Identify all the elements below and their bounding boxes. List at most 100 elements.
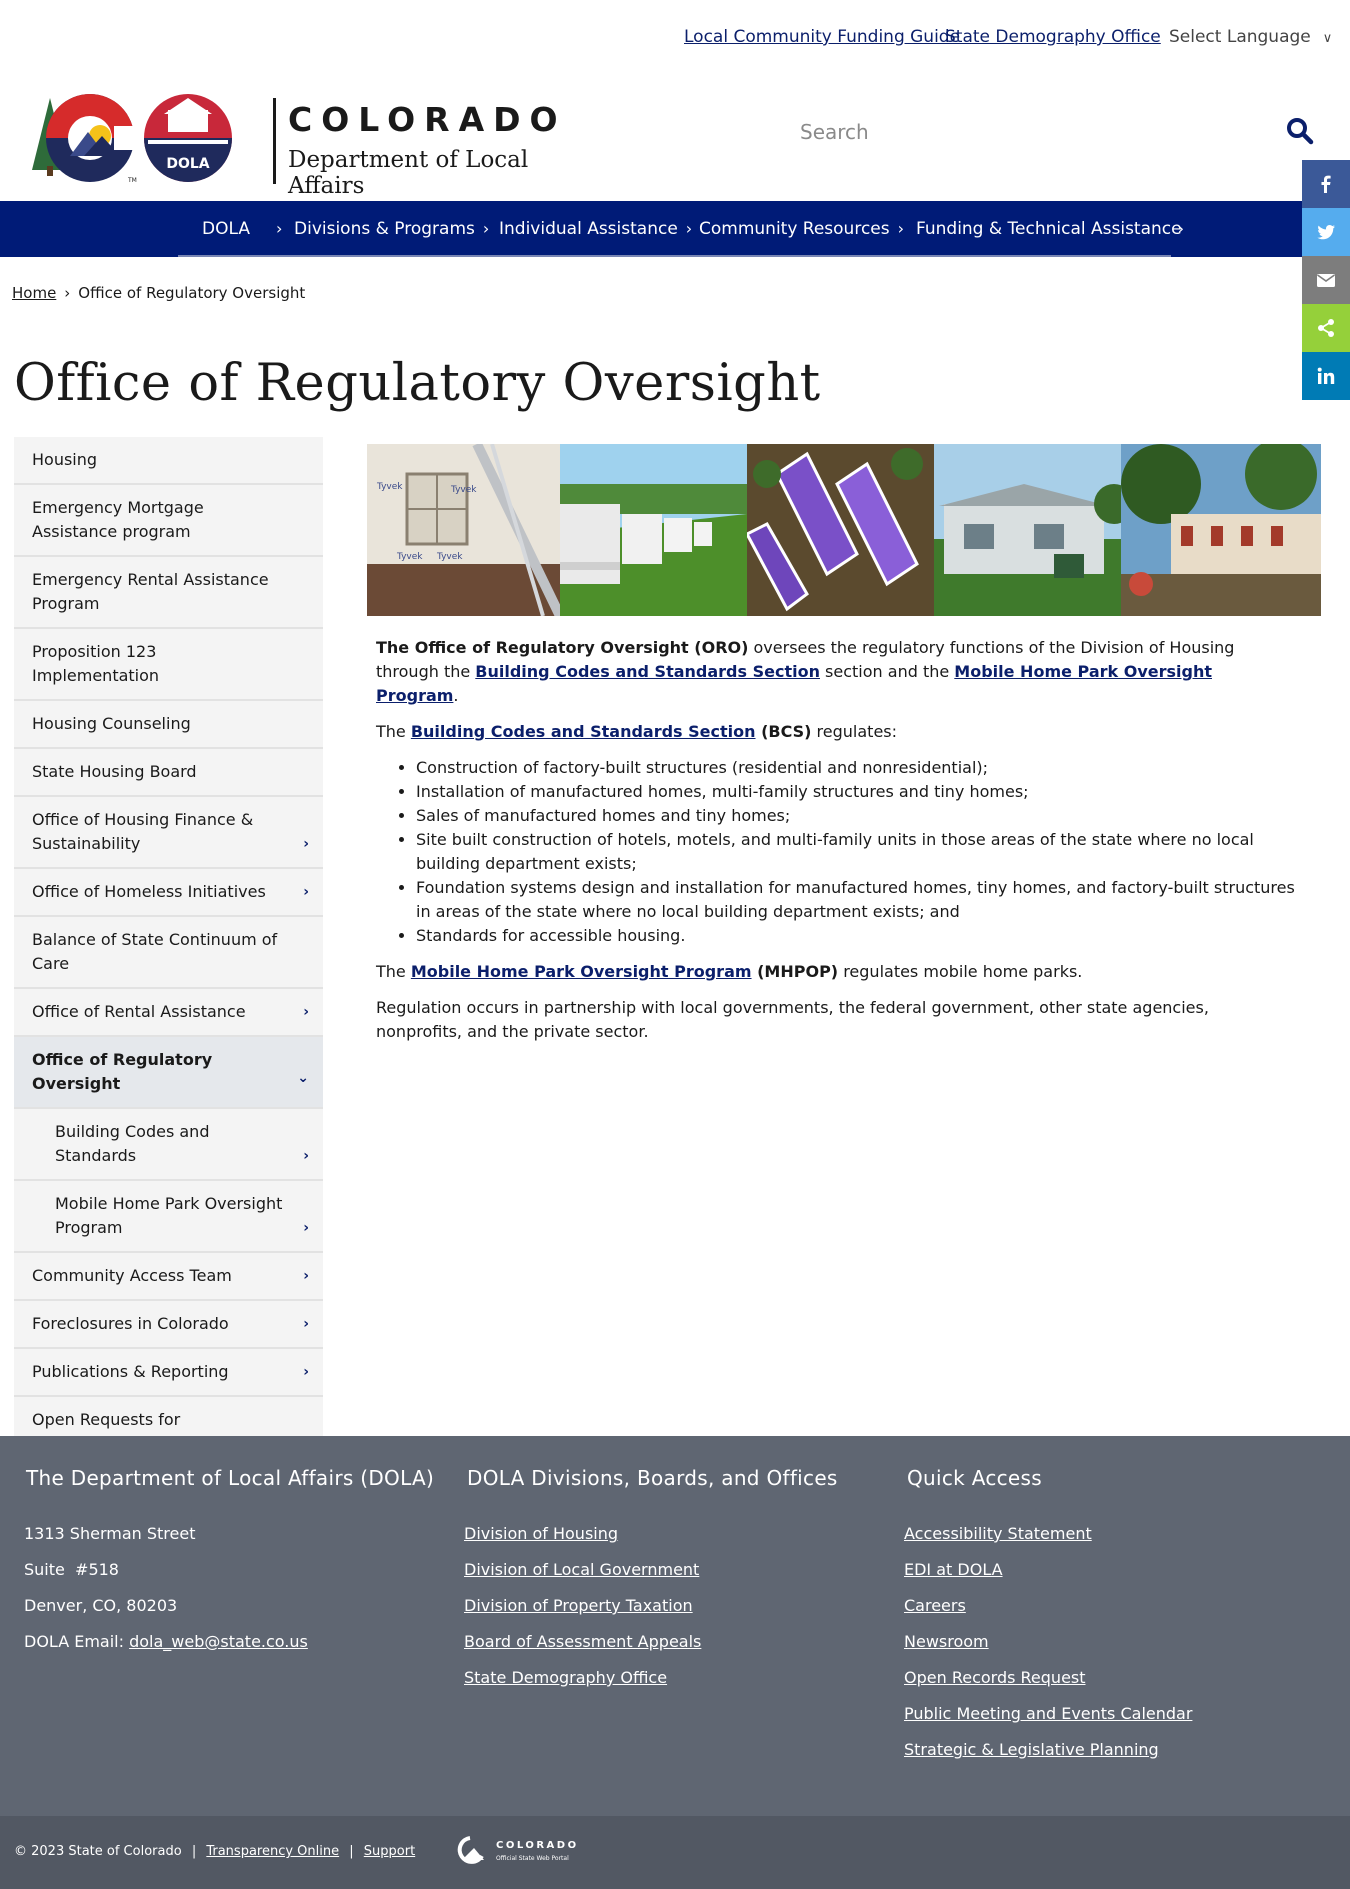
sidebar-item-state-housing-board[interactable]: State Housing Board	[14, 749, 323, 797]
transparency-online-link[interactable]: Transparency Online	[206, 1844, 339, 1859]
nav-item-community-resources[interactable]: Community Resources ›	[699, 219, 904, 239]
nav-item-label: Community Resources	[699, 219, 890, 239]
sidebar-item-publications[interactable]: Publications & Reporting ›	[14, 1349, 323, 1397]
svg-text:Tyvek: Tyvek	[396, 552, 423, 562]
linkedin-icon	[1317, 367, 1335, 384]
footer-link-state-demography[interactable]: State Demography Office	[464, 1668, 667, 1687]
footer-link-division-housing[interactable]: Division of Housing	[464, 1524, 618, 1543]
breadcrumb-separator: ›	[64, 284, 71, 302]
list-item: Foundation systems design and installati…	[416, 876, 1296, 924]
chevron-right-icon[interactable]: ›	[303, 1360, 309, 1384]
footer-link-edi[interactable]: EDI at DOLA	[904, 1560, 1003, 1579]
breadcrumb: Home › Office of Regulatory Oversight	[12, 284, 305, 302]
share-facebook-button[interactable]	[1302, 160, 1350, 208]
share-linkedin-button[interactable]	[1302, 352, 1350, 400]
sidebar-item-label: Housing Counseling	[32, 714, 191, 733]
bcs-list: Construction of factory-built structures…	[416, 756, 1296, 948]
bcs-text: The	[376, 722, 411, 741]
copyright-line: © 2023 State of Colorado | Transparency …	[14, 1844, 415, 1859]
bcs-link[interactable]: Building Codes and Standards Section	[411, 722, 756, 741]
footer-link-property-taxation[interactable]: Division of Property Taxation	[464, 1596, 693, 1615]
share-twitter-button[interactable]	[1302, 208, 1350, 256]
sidebar-item-rental-assistance[interactable]: Office of Rental Assistance ›	[14, 989, 323, 1037]
chevron-right-icon[interactable]: ›	[303, 1216, 309, 1240]
sidebar-item-continuum-of-care[interactable]: Balance of State Continuum of Care	[14, 917, 323, 989]
sidebar-item-housing-finance[interactable]: Office of Housing Finance & Sustainabili…	[14, 797, 323, 869]
nav-item-divisions-programs[interactable]: Divisions & Programs ›	[294, 219, 489, 239]
page-title: Office of Regulatory Oversight	[14, 354, 821, 413]
language-select[interactable]: Select Language ∨	[1169, 27, 1332, 47]
footer-heading: The Department of Local Affairs (DOLA)	[26, 1466, 435, 1490]
utility-bar: Local Community Funding Guide State Demo…	[0, 0, 1350, 76]
footer-email-line: DOLA Email: dola_web@state.co.us	[24, 1624, 446, 1660]
sidebar-subitem-building-codes[interactable]: Building Codes and Standards ›	[14, 1109, 323, 1181]
local-funding-guide-link[interactable]: Local Community Funding Guide	[684, 27, 960, 47]
sidebar-item-regulatory-oversight[interactable]: Office of Regulatory Oversight ⌄	[14, 1037, 323, 1109]
share-email-button[interactable]	[1302, 256, 1350, 304]
dola-logo[interactable]: DOLA TM COLORADO Department of Local Aff…	[28, 86, 588, 199]
sidebar-item-housing-counseling[interactable]: Housing Counseling	[14, 701, 323, 749]
mhpop-abbrev: (MHPOP)	[751, 962, 839, 981]
sidebar-item-label: Office of Regulatory Oversight	[32, 1050, 213, 1093]
search-button[interactable]	[1280, 112, 1320, 152]
sidebar-item-emergency-mortgage[interactable]: Emergency Mortgage Assistance program	[14, 485, 323, 557]
mhpop-link[interactable]: Mobile Home Park Oversight Program	[411, 962, 752, 981]
footer-address-line: Denver, CO, 80203	[24, 1596, 178, 1615]
sidebar-item-emergency-rental[interactable]: Emergency Rental Assistance Program	[14, 557, 323, 629]
footer-link-assessment-appeals[interactable]: Board of Assessment Appeals	[464, 1632, 701, 1651]
chevron-right-icon[interactable]: ›	[303, 832, 309, 856]
chevron-down-icon[interactable]: ⌄	[297, 1066, 309, 1090]
chevron-right-icon[interactable]: ›	[303, 1000, 309, 1024]
footer-heading: DOLA Divisions, Boards, and Offices	[467, 1466, 838, 1490]
footer-heading: Quick Access	[907, 1466, 1042, 1490]
language-select-label: Select Language	[1169, 27, 1311, 47]
facebook-icon	[1321, 175, 1331, 193]
bcs-abbrev: (BCS)	[755, 722, 812, 741]
footer-link-legislative-planning[interactable]: Strategic & Legislative Planning	[904, 1740, 1159, 1759]
sidebar-item-label: Building Codes and Standards	[55, 1122, 210, 1165]
footer-link-accessibility[interactable]: Accessibility Statement	[904, 1524, 1092, 1543]
footer-divider: |	[191, 1844, 197, 1859]
colorado-portal-logo[interactable]: COLORADO Official State Web Portal	[452, 1832, 602, 1868]
sidebar-item-foreclosures[interactable]: Foreclosures in Colorado ›	[14, 1301, 323, 1349]
sidebar-item-homeless-initiatives[interactable]: Office of Homeless Initiatives ›	[14, 869, 323, 917]
breadcrumb-home-link[interactable]: Home	[12, 284, 56, 302]
footer-email-link[interactable]: dola_web@state.co.us	[129, 1632, 308, 1651]
sidebar-item-housing[interactable]: Housing	[14, 437, 323, 485]
footer-divider: |	[349, 1844, 354, 1859]
support-link[interactable]: Support	[364, 1844, 415, 1859]
footer-link-careers[interactable]: Careers	[904, 1596, 966, 1615]
chevron-right-icon[interactable]: ›	[303, 1312, 309, 1336]
building-codes-link[interactable]: Building Codes and Standards Section	[475, 662, 820, 681]
share-generic-button[interactable]	[1302, 304, 1350, 352]
nav-item-dola[interactable]: DOLA ›	[202, 219, 282, 239]
nav-item-individual-assistance[interactable]: Individual Assistance ›	[499, 219, 692, 239]
sidebar-item-label: Community Access Team	[32, 1266, 232, 1285]
list-item: Construction of factory-built structures…	[416, 756, 1296, 780]
footer-link-division-local-gov[interactable]: Division of Local Government	[464, 1560, 699, 1579]
svg-text:Tyvek: Tyvek	[450, 485, 477, 495]
nav-item-funding-technical[interactable]: Funding & Technical Assistance›	[916, 219, 1184, 239]
chevron-right-icon[interactable]: ›	[303, 880, 309, 904]
footer-link-newsroom[interactable]: Newsroom	[904, 1632, 989, 1651]
sidebar-item-community-access-team[interactable]: Community Access Team ›	[14, 1253, 323, 1301]
footer-link-events-calendar[interactable]: Public Meeting and Events Calendar	[904, 1704, 1192, 1723]
list-item: Site built construction of hotels, motel…	[416, 828, 1296, 876]
sidebar-subitem-mobile-home-park[interactable]: Mobile Home Park Oversight Program ›	[14, 1181, 323, 1253]
nav-underline	[178, 255, 1171, 257]
chevron-right-icon[interactable]: ›	[303, 1144, 309, 1168]
email-icon	[1317, 274, 1335, 287]
search-input[interactable]	[800, 114, 1240, 150]
state-demography-link[interactable]: State Demography Office	[945, 27, 1161, 47]
brand-department: Department of Local Affairs	[288, 147, 529, 199]
sidebar-item-label: Office of Homeless Initiatives	[32, 882, 266, 901]
chevron-down-icon: ∨	[1322, 31, 1333, 46]
colorado-portal-emblem: COLORADO Official State Web Portal	[457, 1836, 576, 1864]
chevron-right-icon: ›	[1177, 219, 1184, 238]
chevron-right-icon[interactable]: ›	[303, 1264, 309, 1288]
list-item: Sales of manufactured homes and tiny hom…	[416, 804, 1296, 828]
bcs-text: regulates:	[811, 722, 898, 741]
footer-link-open-records[interactable]: Open Records Request	[904, 1668, 1086, 1687]
sidebar-item-label: Foreclosures in Colorado	[32, 1314, 229, 1333]
sidebar-item-prop-123[interactable]: Proposition 123 Implementation	[14, 629, 323, 701]
